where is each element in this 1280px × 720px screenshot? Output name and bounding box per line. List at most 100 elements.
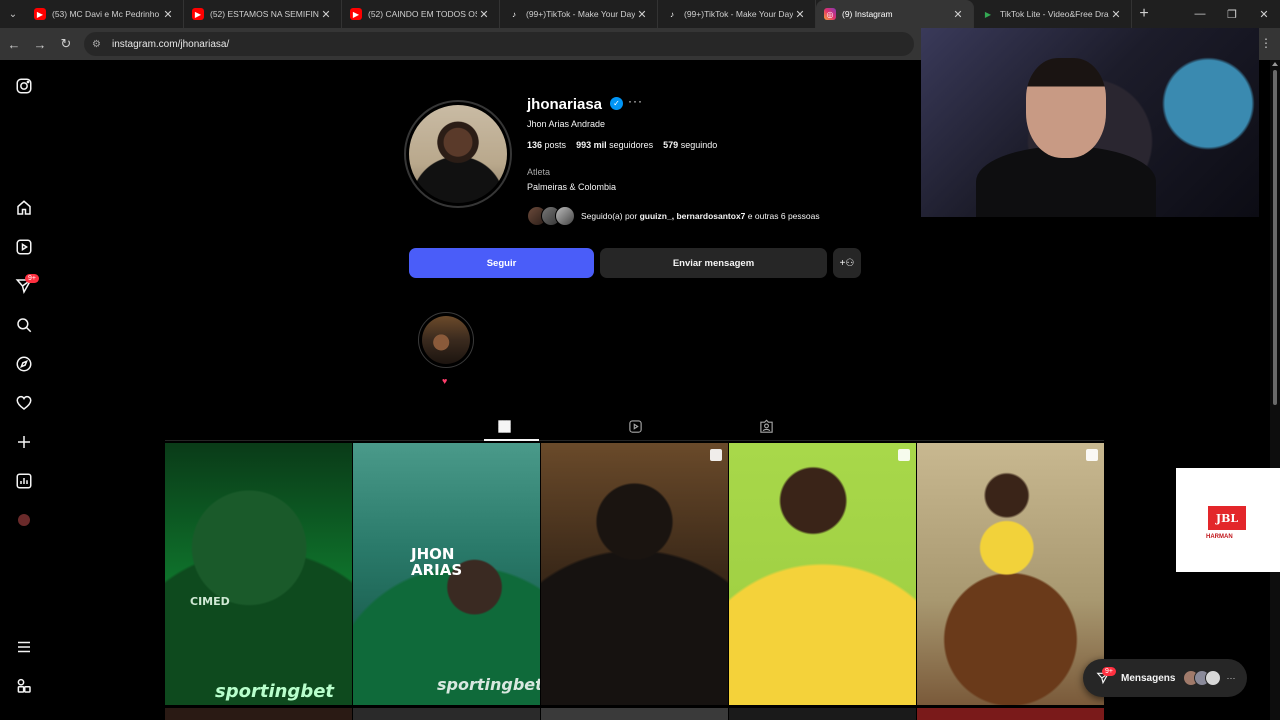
left-navigation: 9+ <box>0 60 48 720</box>
highlight-title: ♥ <box>442 376 448 386</box>
browser-tab-strip: ⌄ ▶ (53) MC Davi e Mc Pedrinho - S ✕ ▶ (… <box>0 0 1280 28</box>
close-tab-icon[interactable]: ✕ <box>951 8 965 21</box>
post-thumbnail[interactable] <box>165 708 352 720</box>
more-options-icon[interactable]: ··· <box>628 94 643 108</box>
post-thumbnail[interactable] <box>729 443 916 705</box>
following-stat[interactable]: 579 seguindo <box>663 140 717 150</box>
also-from-meta-icon[interactable] <box>14 676 34 696</box>
messages-more-icon: ··· <box>1226 673 1236 683</box>
close-tab-icon[interactable]: ✕ <box>1109 8 1123 21</box>
tab-search-icon[interactable]: ⌄ <box>0 0 26 28</box>
followed-by[interactable]: Seguido(a) por guuizn_, bernardosantox7 … <box>527 206 820 226</box>
tabs-divider <box>165 440 1104 441</box>
forward-icon[interactable]: → <box>28 32 52 56</box>
tab-title: (9) Instagram <box>842 9 893 19</box>
window-controls: — ❐ ✕ <box>1184 0 1280 28</box>
browser-tab-7[interactable]: ▶ TikTok Lite - Video&Free Drama ✕ <box>974 0 1132 28</box>
youtube-icon: ▶ <box>350 8 362 20</box>
more-menu-icon[interactable] <box>14 637 34 657</box>
post-thumbnail[interactable] <box>917 443 1104 705</box>
messages-button[interactable]: Mensagens ··· <box>1083 659 1247 697</box>
url-input[interactable]: ⚙ instagram.com/jhonariasa/ <box>84 32 914 56</box>
close-window-icon[interactable]: ✕ <box>1248 0 1280 28</box>
search-icon[interactable] <box>14 315 34 335</box>
streamer-face <box>1026 58 1106 158</box>
dashboard-icon[interactable] <box>14 471 34 491</box>
browser-tab-6[interactable]: ◎ (9) Instagram ✕ <box>816 0 974 28</box>
restore-icon[interactable]: ❐ <box>1216 0 1248 28</box>
posts-grid-tab-icon[interactable] <box>495 417 513 435</box>
youtube-icon: ▶ <box>34 8 46 20</box>
tagged-tab-icon[interactable] <box>757 417 775 435</box>
create-plus-icon[interactable] <box>14 432 34 452</box>
tiktok-icon: ♪ <box>512 9 516 19</box>
post-text: ARIAS <box>411 561 463 579</box>
follow-button[interactable]: Seguir <box>409 248 594 278</box>
youtube-icon: ▶ <box>192 8 204 20</box>
followed-by-text: Seguido(a) por guuizn_, bernardosantox7 … <box>581 211 820 221</box>
post-thumbnail[interactable]: JHON ARIAS sportingbet <box>353 443 540 705</box>
posts-stat: 136 posts <box>527 140 567 150</box>
notification-badge: 9+ <box>25 274 39 283</box>
browser-tab-5[interactable]: ♪ (99+)TikTok - Make Your Day ✕ <box>658 0 816 28</box>
close-tab-icon[interactable]: ✕ <box>793 8 807 21</box>
tab-title: TikTok Lite - Video&Free Drama <box>1000 9 1109 19</box>
jbl-ad-overlay: JBL HARMAN <box>1176 468 1280 572</box>
close-tab-icon[interactable]: ✕ <box>319 8 333 21</box>
followers-stat[interactable]: 993 mil seguidores <box>576 140 653 150</box>
tab-title: (52) CAINDO EM TODOS OS GO <box>368 9 477 19</box>
suggested-users-icon[interactable]: +⚇ <box>833 248 861 278</box>
page-scrollbar[interactable] <box>1270 60 1280 720</box>
url-text: instagram.com/jhonariasa/ <box>112 38 230 50</box>
instagram-logo-icon[interactable] <box>14 76 34 96</box>
post-thumbnail[interactable] <box>353 708 540 720</box>
reel-indicator-icon <box>710 449 722 461</box>
notifications-heart-icon[interactable] <box>14 393 34 413</box>
webcam-overlay <box>921 28 1259 217</box>
browser-tab-2[interactable]: ▶ (52) ESTAMOS NA SEMIFINAL!! ✕ <box>184 0 342 28</box>
post-thumbnail[interactable] <box>729 708 916 720</box>
site-info-icon[interactable]: ⚙ <box>92 37 106 51</box>
reels-tab-icon[interactable] <box>626 417 644 435</box>
close-tab-icon[interactable]: ✕ <box>161 8 175 21</box>
scrollbar-thumb[interactable] <box>1273 70 1277 405</box>
browser-tab-3[interactable]: ▶ (52) CAINDO EM TODOS OS GO ✕ <box>342 0 500 28</box>
home-icon[interactable] <box>14 198 34 218</box>
post-thumbnail[interactable] <box>541 708 728 720</box>
profile-avatar-icon[interactable] <box>14 510 34 530</box>
post-thumbnail[interactable] <box>917 708 1104 720</box>
tab-title: (99+)TikTok - Make Your Day <box>684 9 793 19</box>
scroll-up-icon[interactable] <box>1272 62 1278 66</box>
harman-text: HARMAN <box>1206 534 1233 540</box>
profile-category: Atleta <box>527 167 551 177</box>
tiktok-icon: ♪ <box>670 9 674 19</box>
back-icon[interactable]: ← <box>2 32 26 56</box>
close-tab-icon[interactable]: ✕ <box>477 8 491 21</box>
carousel-indicator-icon <box>898 449 910 461</box>
reels-icon[interactable] <box>14 237 34 257</box>
reload-icon[interactable]: ↻ <box>54 32 78 56</box>
profile-avatar[interactable] <box>404 100 512 208</box>
instagram-icon: ◎ <box>824 8 836 20</box>
explore-icon[interactable] <box>14 354 34 374</box>
browser-menu-icon[interactable]: ⋮ <box>1260 36 1272 50</box>
message-avatars <box>1183 670 1222 686</box>
post-thumbnail[interactable]: CIMED sportingbet <box>165 443 352 705</box>
browser-tab-1[interactable]: ▶ (53) MC Davi e Mc Pedrinho - S ✕ <box>26 0 184 28</box>
messages-label: Mensagens <box>1121 672 1176 684</box>
new-tab-button[interactable]: + <box>1132 0 1156 28</box>
browser-tab-4[interactable]: ♪ (99+)TikTok - Make Your Day ✕ <box>500 0 658 28</box>
profile-bio: Palmeiras & Colombia <box>527 182 617 192</box>
post-text: sportingbet <box>437 675 540 694</box>
messages-badge: 9+ <box>1102 667 1116 676</box>
posts-grid: CIMED sportingbet JHON ARIAS sportingbet <box>165 443 1104 720</box>
story-highlight[interactable] <box>418 312 474 368</box>
send-message-button[interactable]: Enviar mensagem <box>600 248 827 278</box>
post-thumbnail[interactable] <box>541 443 728 705</box>
profile-username: jhonariasa <box>527 96 603 113</box>
close-tab-icon[interactable]: ✕ <box>635 8 649 21</box>
jbl-logo: JBL <box>1208 506 1246 530</box>
minimize-icon[interactable]: — <box>1184 0 1216 28</box>
profile-stats: 136 posts 993 mil seguidores 579 seguind… <box>527 140 717 150</box>
tab-title: (53) MC Davi e Mc Pedrinho - S <box>52 9 161 19</box>
